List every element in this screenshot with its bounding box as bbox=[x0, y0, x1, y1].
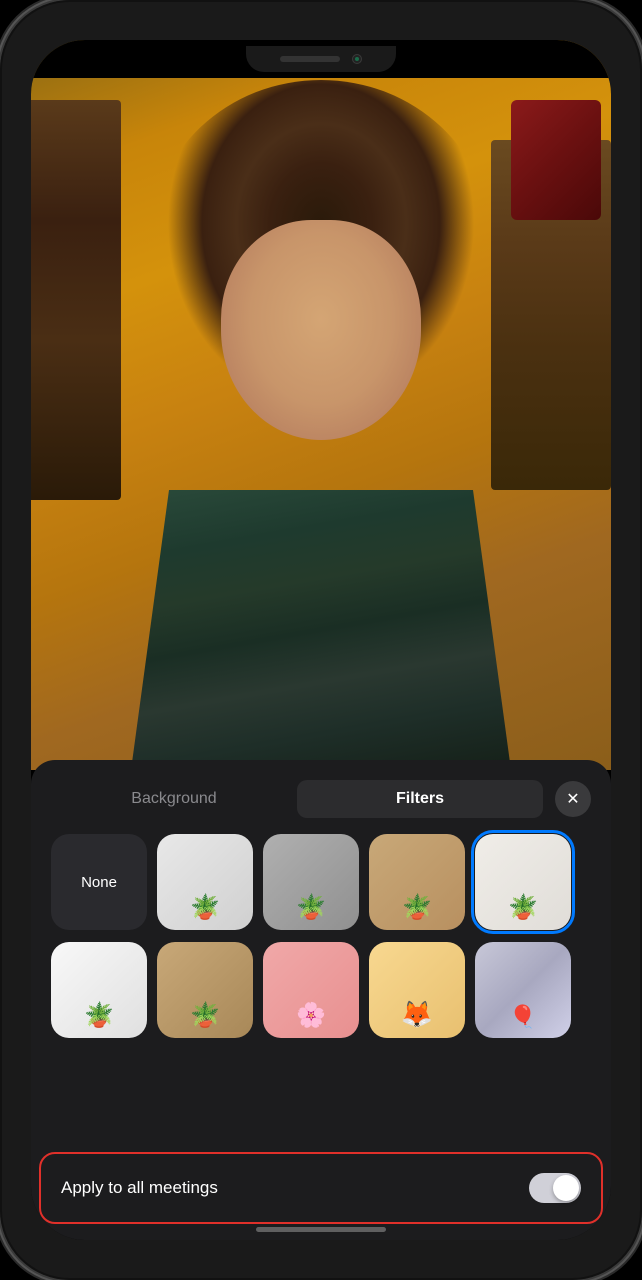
filter-none-label: None bbox=[81, 874, 117, 891]
background-furniture-left bbox=[31, 100, 121, 500]
filter-gray[interactable] bbox=[263, 834, 359, 930]
filter-bubbles[interactable] bbox=[475, 942, 571, 1038]
tab-filters[interactable]: Filters bbox=[297, 780, 543, 818]
filter-tan[interactable] bbox=[157, 942, 253, 1038]
phone-screen: Background Filters ✕ None bbox=[31, 40, 611, 1240]
toggle-knob bbox=[553, 1175, 579, 1201]
filter-row-1: None bbox=[47, 834, 595, 930]
filter-grid: None bbox=[31, 818, 611, 1038]
speaker bbox=[280, 56, 340, 62]
filter-pink[interactable] bbox=[263, 942, 359, 1038]
apply-all-toggle[interactable] bbox=[529, 1173, 581, 1203]
filter-white[interactable] bbox=[51, 942, 147, 1038]
background-items-top-right bbox=[511, 100, 601, 220]
tab-switcher: Background Filters ✕ bbox=[51, 780, 591, 818]
apply-all-meetings-row: Apply to all meetings bbox=[39, 1152, 603, 1224]
filter-warm[interactable] bbox=[369, 834, 465, 930]
filter-light[interactable] bbox=[157, 834, 253, 930]
filter-selected[interactable] bbox=[475, 834, 571, 930]
bottom-panel: Background Filters ✕ None bbox=[31, 760, 611, 1240]
notch bbox=[246, 46, 396, 72]
tab-background[interactable]: Background bbox=[51, 780, 297, 818]
person-face bbox=[221, 220, 421, 440]
filter-fox[interactable] bbox=[369, 942, 465, 1038]
front-camera bbox=[352, 54, 362, 64]
filter-row-2 bbox=[47, 942, 595, 1038]
person-body bbox=[131, 490, 511, 770]
close-button[interactable]: ✕ bbox=[555, 781, 591, 817]
top-bar bbox=[31, 40, 611, 78]
phone-frame: Background Filters ✕ None bbox=[0, 0, 642, 1280]
apply-all-label: Apply to all meetings bbox=[61, 1178, 218, 1198]
filter-none[interactable]: None bbox=[51, 834, 147, 930]
camera-preview bbox=[31, 40, 611, 770]
home-indicator bbox=[256, 1227, 386, 1232]
